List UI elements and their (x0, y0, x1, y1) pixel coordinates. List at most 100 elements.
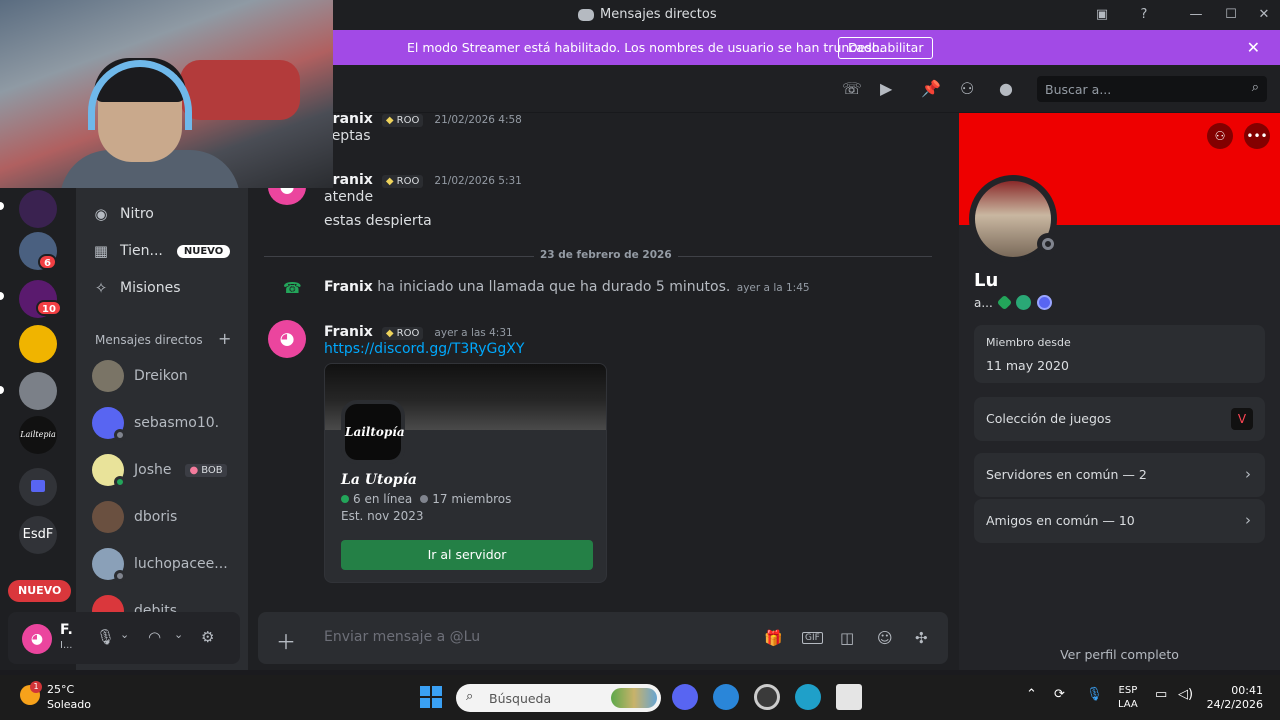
dm-item[interactable]: dboris (92, 501, 177, 533)
add-attachment-icon[interactable]: ＋ (276, 626, 296, 655)
nitro-badge-icon[interactable] (1036, 295, 1052, 310)
call-system-message: Franix ha iniciado una llamada que ha du… (324, 279, 810, 295)
server-icon-esdf[interactable]: EsdF (19, 516, 57, 554)
discord-taskbar-icon[interactable] (672, 684, 698, 710)
server-name: La Utopía (341, 472, 417, 488)
gift-icon[interactable]: 🎁 (764, 629, 783, 647)
nav-shop[interactable]: ▦ Tien... NUEVO (92, 242, 231, 260)
server-icon[interactable] (19, 190, 57, 228)
dm-item[interactable]: Dreikon (92, 360, 188, 392)
view-full-profile-link[interactable]: Ver perfil completo (959, 647, 1280, 662)
server-invite-card: Lailtopía La Utopía 6 en línea 17 miembr… (324, 363, 607, 583)
clock-time: 00:41 (1231, 684, 1263, 697)
taskbar: 1 25°C Soleado ⌕ Búsqueda ⌃ ⟳ 🎙 ESP LAA … (0, 675, 1280, 720)
server-icon-la-utopia[interactable]: Lailtepia (19, 416, 57, 454)
search-input[interactable]: Buscar a... (1045, 82, 1111, 97)
edge-taskbar-icon[interactable] (713, 684, 739, 710)
video-call-icon[interactable]: ▶ (880, 79, 892, 98)
temperature[interactable]: 25°C (47, 683, 74, 696)
windows-start-icon[interactable] (420, 686, 442, 708)
quests-icon: ✧ (94, 279, 108, 297)
message-timestamp: 21/02/2026 5:31 (434, 175, 522, 187)
window-title: Mensajes directos (578, 7, 717, 22)
network-icon[interactable]: ▭ (1155, 687, 1167, 702)
chevron-down-icon[interactable]: ⌄ (120, 628, 129, 641)
date-divider-label: 23 de febrero de 2026 (534, 249, 678, 261)
add-friend-icon[interactable]: ⚇ (1207, 123, 1233, 149)
taskbar-search[interactable]: ⌕ Búsqueda (456, 684, 661, 712)
user-status: I... (60, 640, 73, 651)
profile-avatar[interactable] (969, 175, 1059, 263)
streamer-banner-text: El modo Streamer está habilitado. Los no… (407, 40, 884, 55)
dm-item[interactable]: sebasmo10. (92, 407, 219, 441)
mutual-servers-label: Servidores en común — 2 (986, 467, 1147, 482)
add-friends-icon[interactable]: ⚇ (960, 79, 974, 98)
inbox-icon[interactable]: ▣ (1092, 5, 1112, 25)
server-icon[interactable] (19, 372, 57, 410)
obs-taskbar-icon[interactable] (754, 684, 780, 710)
sync-icon[interactable]: ⟳ (1054, 687, 1065, 702)
crown-icon: ◆ (385, 176, 394, 187)
input-language[interactable]: ESP LAA (1118, 684, 1138, 712)
maximize-button[interactable]: ☐ (1221, 5, 1241, 25)
microphone-icon[interactable]: 🎙 (96, 628, 115, 646)
create-dm-icon[interactable]: + (218, 329, 231, 348)
microphone-icon[interactable]: 🎙 (1086, 687, 1103, 702)
user-avatar[interactable]: ◕ (22, 624, 52, 654)
help-icon[interactable]: ? (1134, 5, 1154, 25)
member-since-date: 11 may 2020 (986, 358, 1069, 373)
clock[interactable]: 00:41 24/2/2026 (1205, 684, 1263, 712)
emoji-icon[interactable]: ☺ (877, 629, 893, 647)
badge-icon[interactable] (996, 294, 1013, 311)
dm-item[interactable]: luchopacee... (92, 548, 228, 582)
user-profile-icon[interactable]: ● (999, 79, 1013, 98)
apps-icon[interactable]: ✣ (915, 629, 928, 647)
more-options-icon[interactable]: ••• (1244, 123, 1270, 149)
members-dot (420, 495, 429, 503)
weather-condition[interactable]: Soleado (47, 698, 91, 711)
message-composer: ＋ Enviar mensaje a @Lu 🎁 GIF ◫ ☺ ✣ (258, 612, 948, 664)
chevron-up-icon[interactable]: ⌃ (1026, 687, 1037, 702)
nav-quests[interactable]: ✧ Misiones (92, 279, 181, 297)
nav-nitro[interactable]: ◉ Nitro (92, 205, 153, 223)
status-offline (1037, 233, 1059, 255)
chat-header: ☏ ▶ 📌 ⚇ ● Buscar a... ⌕ (248, 65, 1280, 113)
message-author[interactable]: Franix (324, 279, 373, 295)
author-avatar[interactable]: ◕ (268, 320, 306, 358)
dm-section-header: Mensajes directos (95, 333, 203, 347)
volume-icon[interactable]: ◁) (1178, 687, 1193, 702)
server-icon[interactable] (19, 325, 57, 363)
status-offline (114, 570, 126, 582)
snipping-tool-taskbar-icon[interactable] (836, 684, 862, 710)
disable-streamer-button[interactable]: Deshabilitar (838, 37, 934, 59)
hypesquad-icon[interactable] (1015, 295, 1031, 310)
join-server-button[interactable]: Ir al servidor (341, 540, 593, 570)
user-name: F. (60, 622, 73, 638)
voice-call-icon[interactable]: ☏ (842, 79, 862, 98)
search-box[interactable]: Buscar a... ⌕ (1037, 76, 1267, 102)
minimize-button[interactable]: — (1186, 5, 1206, 25)
profile-username: a... (974, 295, 993, 310)
chevron-down-icon[interactable]: ⌄ (174, 628, 183, 641)
gear-icon[interactable]: ⚙ (201, 628, 214, 646)
server-folder-icon[interactable] (19, 468, 57, 506)
mutual-servers-card[interactable]: Servidores en común — 2 › (974, 453, 1265, 497)
invite-link[interactable]: https://discord.gg/T3RyGgXY (324, 341, 524, 357)
dm-item[interactable]: Joshe ● BOB (92, 454, 227, 488)
message-input[interactable]: Enviar mensaje a @Lu (324, 629, 480, 645)
message-author[interactable]: Franix (324, 324, 373, 340)
close-window-button[interactable]: ✕ (1254, 5, 1274, 25)
mutual-friends-card[interactable]: Amigos en común — 10 › (974, 499, 1265, 543)
sticker-icon[interactable]: ◫ (840, 629, 854, 647)
headphones-icon[interactable]: ◠ (148, 628, 161, 646)
profile-username-row: a... (974, 294, 1052, 311)
edge-beta-taskbar-icon[interactable] (795, 684, 821, 710)
message-timestamp: ayer a la 1:45 (736, 282, 810, 294)
pin-icon[interactable]: 📌 (921, 79, 941, 98)
close-banner-icon[interactable]: ✕ (1247, 38, 1260, 57)
crown-icon: ◆ (385, 115, 394, 126)
gif-icon[interactable]: GIF (802, 632, 823, 644)
new-pill[interactable]: NUEVO (8, 580, 72, 602)
taskbar-search-input[interactable]: Búsqueda (489, 691, 551, 706)
game-collection-card[interactable]: Colección de juegos V (974, 397, 1265, 441)
